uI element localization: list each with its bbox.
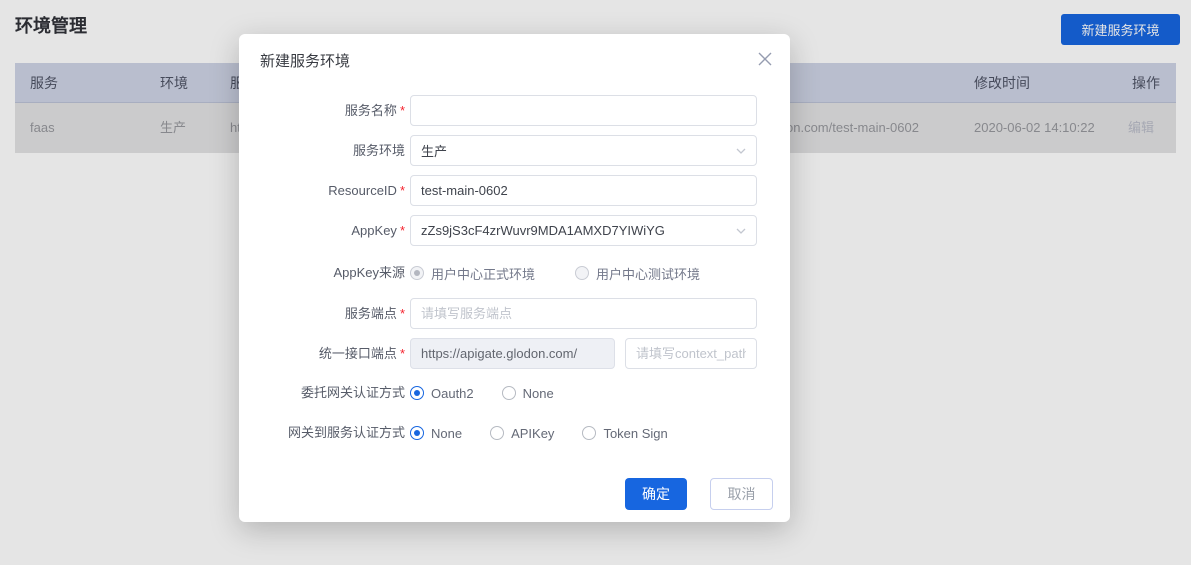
chevron-down-icon xyxy=(735,145,747,160)
required-asterisk: * xyxy=(400,183,405,198)
unified-endpoint-base-input xyxy=(410,338,615,369)
field-label-service-auth: 网关到服务认证方式 xyxy=(239,425,405,441)
field-label-app-key: AppKey* xyxy=(239,215,405,246)
radio-apikey[interactable]: APIKey xyxy=(490,426,554,441)
service-env-selected-value: 生产 xyxy=(421,141,730,160)
resource-id-input[interactable] xyxy=(410,175,757,206)
cancel-button[interactable]: 取消 xyxy=(710,478,773,510)
app-key-source-radio-group: 用户中心正式环境 用户中心测试环境 xyxy=(410,265,740,281)
modal-footer: 确定 取消 xyxy=(239,478,790,510)
radio-token-sign[interactable]: Token Sign xyxy=(582,426,667,441)
radio-icon xyxy=(410,266,424,280)
chevron-down-icon xyxy=(735,225,747,240)
radio-service-none[interactable]: None xyxy=(410,426,462,441)
confirm-button[interactable]: 确定 xyxy=(625,478,687,510)
field-label-service-env: 服务环境 xyxy=(239,135,405,166)
service-name-input[interactable] xyxy=(410,95,757,126)
required-asterisk: * xyxy=(400,346,405,361)
radio-oauth2[interactable]: Oauth2 xyxy=(410,386,474,401)
service-endpoint-input[interactable] xyxy=(410,298,757,329)
field-label-app-key-source: AppKey来源 xyxy=(239,265,405,281)
new-service-env-modal: 新建服务环境 服务名称* 服务环境 生产 ResourceID* AppKey* xyxy=(239,34,790,522)
service-env-select[interactable]: 生产 xyxy=(410,135,757,166)
radio-icon xyxy=(582,426,596,440)
radio-icon xyxy=(490,426,504,440)
field-label-resource-id: ResourceID* xyxy=(239,175,405,206)
radio-user-center-prod: 用户中心正式环境 xyxy=(410,264,535,283)
service-auth-radio-group: None APIKey Token Sign xyxy=(410,425,696,441)
field-label-unified-endpoint: 统一接口端点* xyxy=(239,338,405,369)
field-label-service-endpoint: 服务端点* xyxy=(239,298,405,329)
radio-icon xyxy=(502,386,516,400)
app-key-select[interactable]: zZs9jS3cF4zrWuvr9MDA1AMXD7YIWiYG xyxy=(410,215,757,246)
screen: 环境管理 新建服务环境 服务 环境 服 修改时间 操作 faas 生产 ht o… xyxy=(0,0,1191,565)
field-label-service-name: 服务名称* xyxy=(239,95,405,126)
required-asterisk: * xyxy=(400,103,405,118)
radio-icon xyxy=(575,266,589,280)
radio-icon xyxy=(410,426,424,440)
required-asterisk: * xyxy=(400,306,405,321)
radio-user-center-test: 用户中心测试环境 xyxy=(575,264,700,283)
radio-gateway-none[interactable]: None xyxy=(502,386,554,401)
radio-icon xyxy=(410,386,424,400)
context-path-input[interactable] xyxy=(625,338,757,369)
close-icon[interactable] xyxy=(754,48,776,70)
required-asterisk: * xyxy=(400,223,405,238)
modal-title: 新建服务环境 xyxy=(260,50,350,71)
app-key-selected-value: zZs9jS3cF4zrWuvr9MDA1AMXD7YIWiYG xyxy=(421,223,730,238)
field-label-gateway-auth: 委托网关认证方式 xyxy=(239,385,405,401)
gateway-auth-radio-group: Oauth2 None xyxy=(410,385,582,401)
